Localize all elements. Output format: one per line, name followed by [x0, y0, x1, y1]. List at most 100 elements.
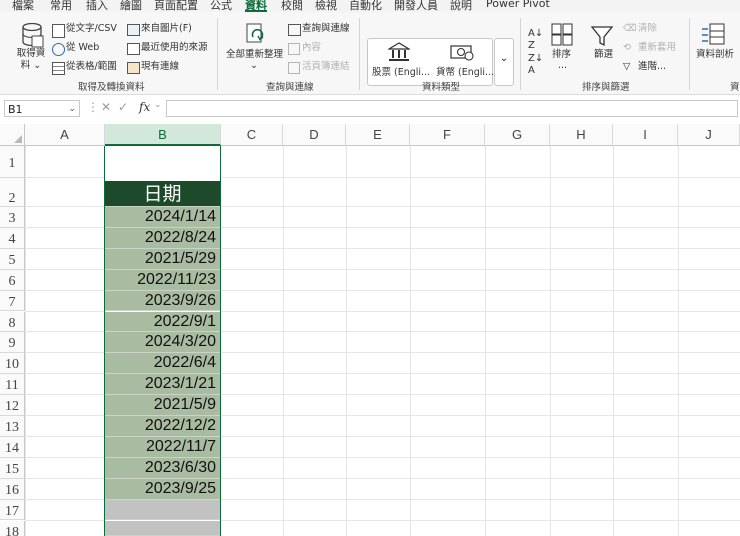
bank-icon [388, 42, 410, 61]
group-label-get-transform: 取得及轉換資料 [78, 82, 145, 93]
header-cell[interactable]: 日期 [105, 181, 220, 207]
column-header[interactable]: G [485, 124, 550, 146]
filter-button[interactable]: 篩選 [594, 49, 613, 61]
menu-tab[interactable]: 常用 [50, 0, 72, 12]
empty-cell[interactable] [105, 520, 220, 536]
column-header[interactable]: J [678, 124, 740, 146]
column-header[interactable]: D [283, 124, 346, 146]
advanced-button[interactable]: 進階... [638, 61, 666, 73]
column-header[interactable]: B [105, 124, 221, 146]
sort-za-icon[interactable]: Z↓ A [528, 53, 543, 77]
row-header[interactable]: 5 [0, 248, 25, 270]
fx-dropdown-icon[interactable]: ⌄ [154, 100, 162, 110]
date-cell[interactable]: 2022/9/1 [105, 311, 220, 333]
date-cell[interactable]: 2023/6/30 [105, 457, 220, 479]
menu-tab[interactable]: 說明 [450, 0, 472, 12]
from-picture-button[interactable]: 來自圖片(F) [141, 23, 192, 35]
sort-icon[interactable] [551, 23, 573, 47]
row-header[interactable]: 7 [0, 290, 25, 312]
name-box-dropdown-icon[interactable]: ⌄ [68, 101, 76, 118]
row-header[interactable]: 9 [0, 332, 25, 354]
row-header[interactable]: 18 [0, 520, 25, 536]
column-header[interactable]: F [410, 124, 485, 146]
column-header[interactable]: I [613, 124, 678, 146]
name-box[interactable]: B1 ⌄ [4, 100, 80, 117]
cancel-icon[interactable]: ✕ [101, 100, 111, 114]
row-header[interactable]: 10 [0, 353, 25, 375]
menu-tab[interactable]: 校閱 [281, 0, 303, 12]
get-data-button[interactable]: 取得資 料 ⌄ [14, 48, 48, 72]
row-header[interactable]: 11 [0, 374, 25, 396]
workbook-links-icon [288, 62, 300, 74]
filter-icon[interactable] [590, 24, 614, 48]
column-header[interactable]: A [25, 124, 105, 146]
date-cell[interactable]: 2022/12/2 [105, 416, 220, 437]
row-header[interactable]: 1 [0, 146, 25, 178]
text-to-columns-button[interactable]: 資料剖析 [696, 49, 734, 61]
gridline [221, 206, 740, 207]
gridline [221, 498, 740, 500]
existing-connections-button[interactable]: 現有連線 [141, 61, 179, 73]
edit-links-button[interactable]: 活頁簿連結 [302, 61, 350, 73]
menu-tab[interactable]: 檢視 [315, 0, 337, 12]
ribbon-separator [689, 18, 690, 90]
sort-az-icon[interactable]: A↓ Z [528, 28, 543, 52]
row-header[interactable]: 15 [0, 457, 25, 479]
text-to-columns-icon[interactable] [700, 23, 726, 47]
from-table-range-button[interactable]: 從表格/範圍 [66, 61, 117, 73]
gridline [25, 310, 105, 312]
menu-tab[interactable]: 檔案 [12, 0, 34, 12]
menu-tab[interactable]: 插入 [86, 0, 108, 12]
ribbon-separator [520, 18, 521, 90]
date-cell[interactable]: 2022/6/4 [105, 353, 220, 375]
formula-input[interactable] [166, 100, 738, 117]
database-icon[interactable] [20, 22, 44, 48]
row-header[interactable]: 6 [0, 269, 25, 291]
menu-tab[interactable]: Power Pivot [486, 0, 550, 10]
row-header[interactable]: 12 [0, 395, 25, 416]
date-cell[interactable]: 2023/9/26 [105, 290, 220, 312]
date-cell[interactable]: 2022/11/23 [105, 269, 220, 291]
date-cell[interactable]: 2021/5/29 [105, 248, 220, 270]
row-header[interactable]: 17 [0, 499, 25, 521]
row-header[interactable]: 13 [0, 416, 25, 437]
from-text-csv-button[interactable]: 從文字/CSV [66, 23, 117, 35]
empty-cell[interactable] [105, 499, 220, 521]
date-cell[interactable]: 2021/5/9 [105, 395, 220, 416]
recent-sources-button[interactable]: 最近使用的來源 [141, 42, 208, 54]
date-cell[interactable]: 2023/1/21 [105, 374, 220, 396]
menu-tab[interactable]: 自動化 [349, 0, 382, 12]
stocks-data-type[interactable]: 股票 (Engli... [372, 67, 430, 79]
properties-button[interactable]: 內容 [302, 42, 321, 54]
from-web-button[interactable]: 從 Web [66, 42, 99, 54]
column-header[interactable]: E [346, 124, 410, 146]
menu-tab[interactable]: 頁面配置 [154, 0, 198, 12]
row-header[interactable]: 16 [0, 478, 25, 500]
column-header[interactable]: C [221, 124, 283, 146]
date-cell[interactable]: 2023/9/25 [105, 478, 220, 500]
enter-icon[interactable]: ✓ [118, 100, 128, 114]
queries-connections-button[interactable]: 查詢與連線 [302, 23, 350, 35]
row-header[interactable]: 3 [0, 207, 25, 228]
menu-tab[interactable]: 開發人員 [394, 0, 438, 12]
row-header[interactable]: 2 [0, 178, 25, 207]
date-cell[interactable]: 2022/8/24 [105, 227, 220, 249]
currencies-data-type[interactable]: 貨幣 (Engli... [436, 67, 494, 79]
reapply-button[interactable]: 重新套用 [638, 42, 676, 54]
date-cell[interactable]: 2024/1/14 [105, 207, 220, 228]
select-all-corner[interactable] [0, 124, 25, 146]
gridline [221, 373, 740, 375]
insert-function-icon[interactable]: fx [139, 100, 150, 114]
date-cell[interactable]: 2022/11/7 [105, 436, 220, 458]
column-header[interactable]: H [550, 124, 613, 146]
more-options-icon[interactable]: ⋮ [87, 100, 99, 114]
row-header[interactable]: 4 [0, 227, 25, 249]
row-header[interactable]: 14 [0, 436, 25, 458]
clear-button[interactable]: 清除 [638, 23, 657, 35]
data-types-expand[interactable]: ⌄ [494, 38, 514, 86]
menu-tab[interactable]: 公式 [210, 0, 232, 12]
refresh-dropdown-chevron-icon[interactable]: ⌄ [250, 60, 258, 72]
row-header[interactable]: 8 [0, 311, 25, 333]
date-cell[interactable]: 2024/3/20 [105, 332, 220, 354]
menu-tab[interactable]: 繪圖 [120, 0, 142, 12]
